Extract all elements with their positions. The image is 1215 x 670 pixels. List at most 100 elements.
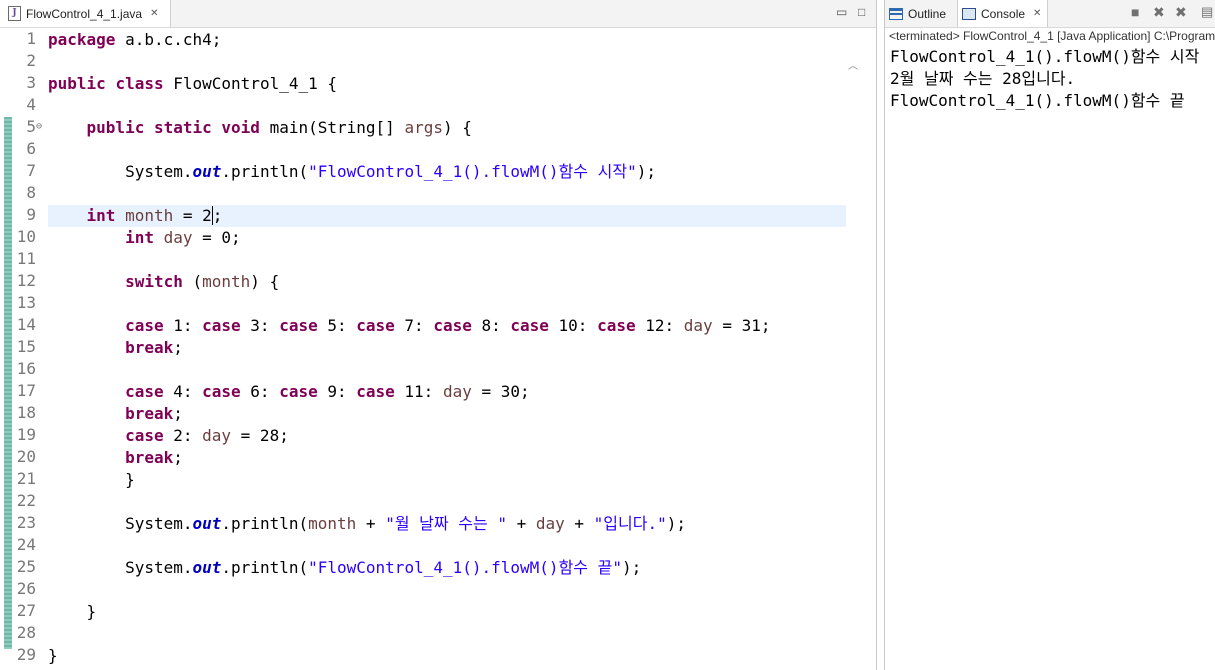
code-text: public class FlowControl_4_1 { <box>48 73 337 95</box>
code-token: case <box>125 426 164 445</box>
clear-console-icon[interactable]: ▤ <box>1201 4 1213 20</box>
minimize-icon[interactable]: ▭ <box>836 5 847 19</box>
code-area[interactable]: 1 package a.b.c.ch4; 2 3 public class FlowCo… <box>0 27 876 670</box>
code-token: 1: <box>163 316 203 335</box>
code-line[interactable]: break; <box>0 447 846 469</box>
code-line[interactable]: } <box>0 469 846 491</box>
code-token: args <box>404 118 443 137</box>
code-line[interactable] <box>0 95 846 117</box>
code-token: public <box>48 74 106 93</box>
code-token: out <box>192 558 222 577</box>
code-token: "입니다." <box>593 514 667 533</box>
code-token: day <box>683 316 713 335</box>
code-text: } <box>48 469 135 491</box>
close-tab-icon[interactable]: ✕ <box>150 8 158 19</box>
code-line[interactable]: case 1: case 3: case 5: case 7: case 8: … <box>0 315 846 337</box>
code-token: System. <box>48 558 193 577</box>
code-line[interactable] <box>0 535 846 557</box>
code-token: ); <box>666 514 686 533</box>
code-line[interactable]: } <box>0 645 846 667</box>
code-line[interactable]: System.out.println("FlowControl_4_1().fl… <box>0 557 846 579</box>
code-token: break <box>125 448 174 467</box>
code-line[interactable] <box>0 491 846 513</box>
code-line[interactable]: public class FlowControl_4_1 { <box>0 73 846 95</box>
tab-outline-label: Outline <box>908 6 947 21</box>
console-panel[interactable]: Outline Console ✕ ■ ✖ ✖ ▤ <terminated> F… <box>884 0 1215 670</box>
code-line[interactable]: case 4: case 6: case 9: case 11: day = 3… <box>0 381 846 403</box>
code-token: 5: <box>317 316 357 335</box>
scroll-up-icon[interactable]: ︿ <box>848 57 858 77</box>
code-token: 3: <box>240 316 280 335</box>
code-token: + <box>564 514 594 533</box>
code-text: int month = 2; <box>48 205 223 227</box>
code-text: break; <box>48 403 183 425</box>
code-token: ( <box>182 272 203 291</box>
tab-console-label: Console <box>981 6 1026 21</box>
tab-outline[interactable]: Outline <box>889 0 946 27</box>
code-line[interactable] <box>0 51 846 73</box>
code-token: = 2 <box>173 206 212 225</box>
code-line[interactable]: break; <box>0 337 846 359</box>
code-line[interactable]: System.out.println("FlowControl_4_1().fl… <box>0 161 846 183</box>
code-line[interactable]: int day = 0; <box>0 227 846 249</box>
code-token: 7: <box>394 316 434 335</box>
terminate-icon[interactable]: ■ <box>1131 4 1139 20</box>
editor-tab[interactable]: J FlowControl_4_1.java ✕ <box>0 0 171 27</box>
code-token: void <box>221 118 260 137</box>
remove-all-launches-icon[interactable]: ✖ <box>1175 4 1187 21</box>
code-line[interactable]: switch (month) { <box>0 271 846 293</box>
code-token: case <box>510 316 549 335</box>
code-line[interactable]: case 2: day = 28; <box>0 425 846 447</box>
code-line[interactable] <box>0 293 846 315</box>
code-line[interactable]: break; <box>0 403 846 425</box>
code-token: ) { <box>442 118 472 137</box>
java-file-icon: J <box>8 6 21 21</box>
console-output-line: FlowControl_4_1().flowM()함수 시작 <box>890 47 1200 66</box>
code-line[interactable]: package a.b.c.ch4; <box>0 29 846 51</box>
code-token: FlowControl_4_1 { <box>163 74 337 93</box>
code-line[interactable]: public static void main(String[] args) { <box>0 117 846 139</box>
code-token: ; <box>173 404 183 423</box>
code-text: break; <box>48 447 183 469</box>
code-text: case 2: day = 28; <box>48 425 289 447</box>
code-token: ; <box>173 338 183 357</box>
code-token: ); <box>636 162 656 181</box>
code-token: case <box>125 382 164 401</box>
code-line[interactable] <box>0 359 846 381</box>
code-token: 4: <box>163 382 203 401</box>
code-text: case 1: case 3: case 5: case 7: case 8: … <box>48 315 770 337</box>
code-line[interactable]: } <box>0 601 846 623</box>
code-token: case <box>202 382 241 401</box>
code-text: System.out.println("FlowControl_4_1().fl… <box>48 161 656 183</box>
code-token: case <box>279 316 318 335</box>
code-line[interactable] <box>0 579 846 601</box>
code-line[interactable] <box>0 183 846 205</box>
console-status: <terminated> FlowControl_4_1 [Java Appli… <box>889 29 1215 43</box>
code-token: case <box>433 316 472 335</box>
code-text: package a.b.c.ch4; <box>48 29 221 51</box>
code-text: int day = 0; <box>48 227 241 249</box>
editor-tab-label: FlowControl_4_1.java <box>26 6 143 21</box>
remove-launch-icon[interactable]: ✖ <box>1153 4 1165 21</box>
code-token: 12: <box>635 316 684 335</box>
code-token: = 28; <box>231 426 289 445</box>
code-line[interactable] <box>0 139 846 161</box>
code-line[interactable] <box>0 249 846 271</box>
code-editor[interactable]: J FlowControl_4_1.java ✕ ▭ □ 1 package a.… <box>0 0 877 670</box>
code-token: int <box>125 228 154 247</box>
code-line[interactable] <box>0 623 846 645</box>
code-token: "FlowControl_4_1().flowM()함수 끝" <box>308 558 622 577</box>
tab-console[interactable]: Console ✕ <box>957 0 1049 27</box>
current-line[interactable]: int month = 2; <box>48 205 846 227</box>
code-line[interactable]: System.out.println(month + "월 날짜 수는 " + … <box>0 513 846 535</box>
close-console-icon[interactable]: ✕ <box>1033 8 1041 19</box>
code-token: "월 날짜 수는 " <box>385 514 507 533</box>
console-icon <box>962 7 976 20</box>
code-text: switch (month) { <box>48 271 279 293</box>
maximize-icon[interactable]: □ <box>858 5 865 19</box>
